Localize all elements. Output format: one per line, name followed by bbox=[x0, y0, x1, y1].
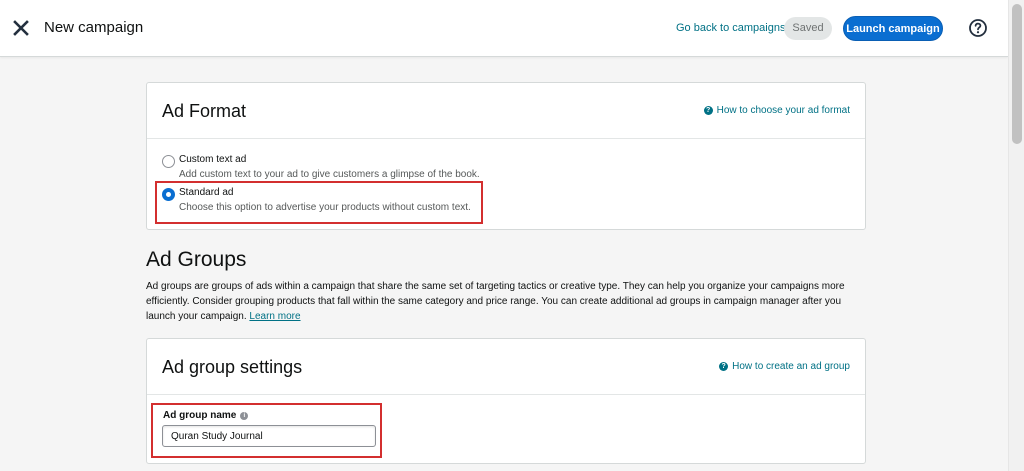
custom-text-ad-description: Add custom text to your ad to give custo… bbox=[179, 169, 480, 180]
question-icon: ? bbox=[703, 106, 713, 115]
custom-text-ad-radio[interactable] bbox=[162, 155, 175, 168]
close-icon[interactable] bbox=[10, 17, 32, 39]
go-back-to-campaigns-link[interactable]: Go back to campaigns bbox=[676, 22, 785, 34]
ad-format-header: Ad Format ? How to choose your ad format bbox=[147, 83, 865, 139]
ad-format-title: Ad Format bbox=[162, 101, 247, 121]
ad-format-card: Ad Format ? How to choose your ad format… bbox=[146, 82, 866, 230]
scrollbar-thumb[interactable] bbox=[1012, 4, 1022, 144]
ad-group-settings-title: Ad group settings bbox=[162, 357, 303, 377]
launch-campaign-button[interactable]: Launch campaign bbox=[843, 16, 943, 41]
ad-group-settings-card: Ad group settings ? How to create an ad … bbox=[146, 338, 866, 464]
ad-group-settings-header: Ad group settings ? How to create an ad … bbox=[147, 339, 865, 395]
ad-groups-title: Ad Groups bbox=[146, 248, 247, 271]
top-bar: New campaign Go back to campaigns Saved … bbox=[0, 0, 1008, 57]
learn-more-link[interactable]: Learn more bbox=[249, 311, 300, 322]
ad-group-name-highlight bbox=[151, 403, 382, 458]
page-title: New campaign bbox=[44, 19, 144, 36]
custom-text-ad-label: Custom text ad bbox=[179, 154, 247, 165]
help-circle-icon[interactable] bbox=[968, 18, 988, 38]
ad-format-help-label: How to choose your ad format bbox=[716, 105, 850, 116]
ad-group-help-label: How to create an ad group bbox=[732, 361, 850, 372]
ad-groups-description: Ad groups are groups of ads within a cam… bbox=[146, 279, 866, 324]
question-icon: ? bbox=[719, 362, 729, 371]
custom-text-ad-option[interactable]: Custom text ad bbox=[162, 154, 246, 168]
ad-format-help-link[interactable]: ? How to choose your ad format bbox=[703, 105, 850, 116]
standard-ad-highlight bbox=[155, 181, 483, 224]
ad-group-help-link[interactable]: ? How to create an ad group bbox=[719, 361, 850, 372]
vertical-scrollbar[interactable] bbox=[1008, 0, 1024, 471]
saved-status-badge: Saved bbox=[784, 17, 832, 40]
